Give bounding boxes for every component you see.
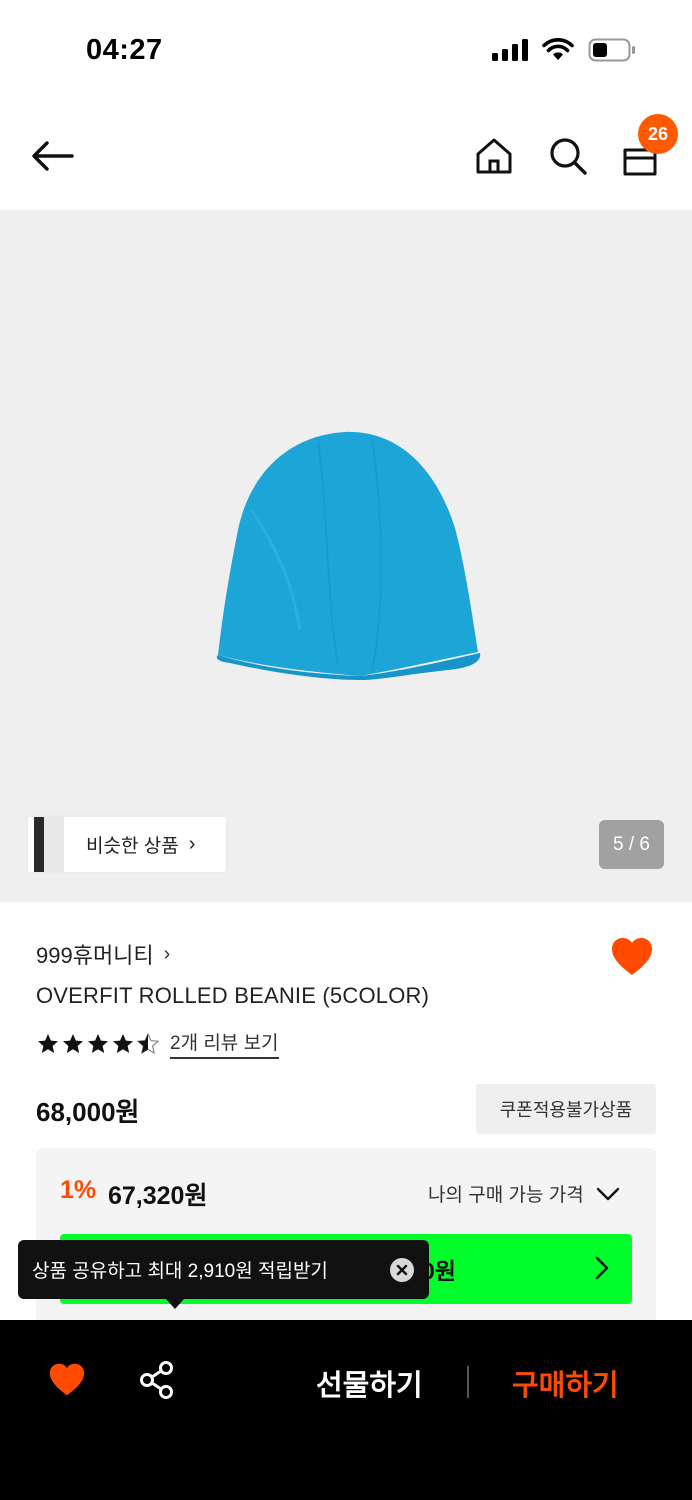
wishlist-button[interactable]: [610, 936, 654, 978]
share-icon: [140, 1361, 173, 1399]
cart-count-badge: 26: [638, 114, 678, 154]
chevron-right-icon: ›: [163, 942, 171, 965]
brand-link[interactable]: 999휴머니티 ›: [36, 938, 170, 970]
product-image-gallery[interactable]: [0, 210, 692, 902]
share-reward-tooltip: 상품 공유하고 최대 2,910원 적립받기: [18, 1240, 429, 1309]
star-icon: [38, 1033, 58, 1053]
battery-icon: [588, 38, 635, 62]
my-price-label: 나의 구매 가능 가격: [428, 1185, 584, 1206]
tooltip-text: 상품 공유하고 최대 2,910원 적립받기: [32, 1261, 328, 1282]
search-icon: [550, 138, 587, 175]
home-button[interactable]: [472, 134, 516, 178]
discount-price: 67,320원: [108, 1182, 208, 1210]
back-button[interactable]: [30, 134, 80, 178]
bottom-action-bar: 선물하기 구매하기: [0, 1320, 692, 1500]
home-icon: [476, 138, 512, 174]
similar-products-button[interactable]: 비슷한 상품 ›: [28, 817, 226, 872]
back-arrow-icon: [32, 141, 74, 171]
beanie-product-image: [216, 431, 481, 680]
status-icons: [492, 38, 636, 62]
similar-products-label: 비슷한 상품: [86, 836, 179, 857]
product-name: OVERFIT ROLLED BEANIE (5COLOR): [36, 983, 430, 1008]
app-header: [0, 100, 692, 210]
similar-product-thumbnail: [28, 817, 64, 872]
star-rating: [36, 1032, 160, 1056]
my-price-panel: 1% 67,320원 나의 구매 가능 가격 0원: [36, 1148, 656, 1328]
share-button[interactable]: [138, 1360, 176, 1400]
chevron-down-icon: [596, 1187, 619, 1200]
product-price: 68,000원: [36, 1097, 140, 1127]
bottom-wishlist-button[interactable]: [48, 1362, 86, 1398]
heart-icon: [49, 1363, 85, 1396]
chevron-right-icon: [595, 1256, 609, 1280]
star-icon: [88, 1033, 108, 1053]
star-icon: [113, 1033, 133, 1053]
wifi-icon: [542, 38, 574, 60]
star-icon: [63, 1033, 83, 1053]
divider: [467, 1366, 469, 1398]
brand-name: 999휴머니티: [36, 943, 154, 968]
half-star-icon: [136, 1032, 160, 1054]
heart-icon: [612, 938, 652, 975]
chevron-right-icon: ›: [188, 833, 196, 855]
image-page-indicator: 5 / 6: [599, 820, 664, 869]
search-button[interactable]: [546, 134, 590, 178]
tooltip-close-button[interactable]: [390, 1258, 414, 1282]
signal-icon: [492, 39, 528, 61]
gift-button[interactable]: 선물하기: [316, 1362, 423, 1404]
buy-button[interactable]: 구매하기: [512, 1362, 619, 1404]
tooltip-tail: [166, 1299, 184, 1309]
close-icon: [396, 1264, 408, 1276]
my-price-toggle[interactable]: 나의 구매 가능 가격: [428, 1180, 620, 1207]
review-link[interactable]: 2개 리뷰 보기: [170, 1028, 279, 1059]
status-time: 04:27: [86, 34, 163, 66]
coupon-notice-badge: 쿠폰적용불가상품: [476, 1084, 656, 1134]
discount-rate: 1%: [60, 1176, 97, 1204]
status-bar: 04:27: [0, 0, 692, 100]
rating-row: 2개 리뷰 보기: [36, 1028, 279, 1059]
